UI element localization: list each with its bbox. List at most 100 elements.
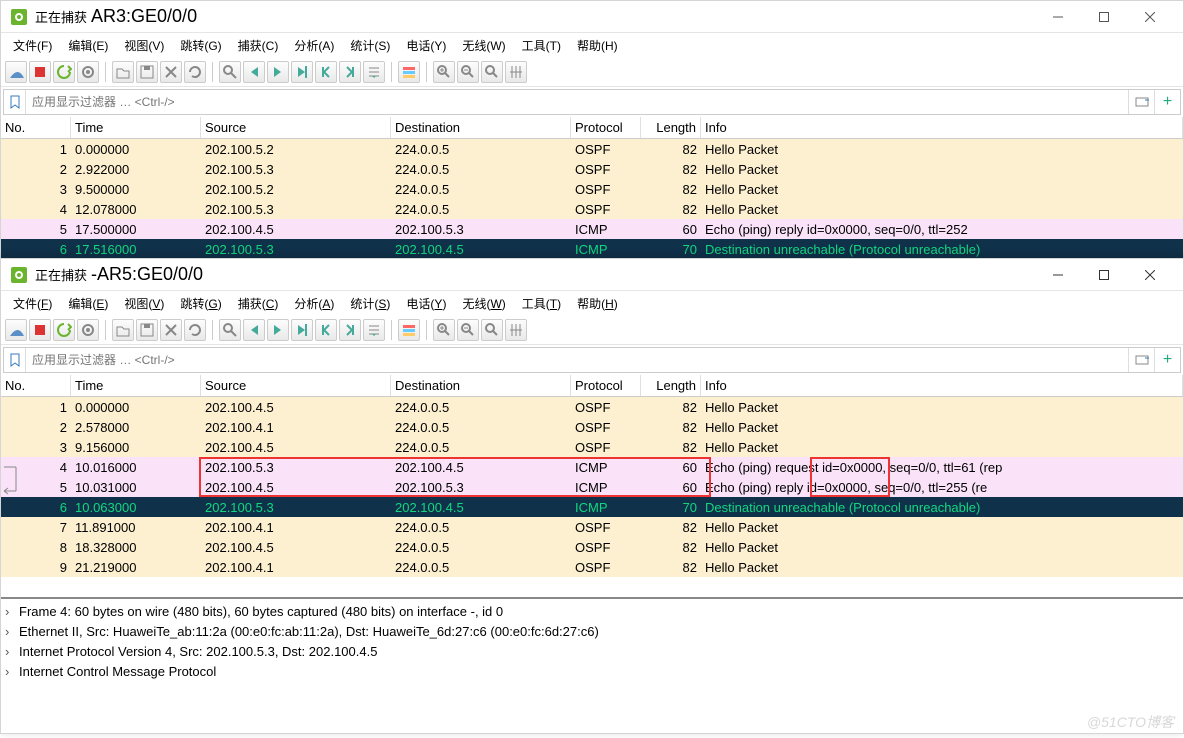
menu-item[interactable]: 帮助(H) (569, 293, 626, 314)
filter-add-button[interactable]: + (1154, 90, 1180, 114)
restart-capture-icon[interactable] (53, 319, 75, 341)
menu-item[interactable]: 捕获(C) (230, 293, 287, 314)
col-no[interactable]: No. (1, 375, 71, 396)
find-packet-icon[interactable] (219, 61, 241, 83)
zoom-in-icon[interactable] (433, 61, 455, 83)
menu-item[interactable]: 工具(T) (514, 293, 569, 314)
stop-capture-icon[interactable] (29, 319, 51, 341)
packet-row[interactable]: 517.500000202.100.4.5202.100.5.3ICMP60Ec… (1, 219, 1183, 239)
display-filter-input[interactable] (26, 348, 1128, 372)
menu-item[interactable]: 电话(Y) (398, 35, 454, 56)
go-forward-icon[interactable] (267, 61, 289, 83)
open-file-icon[interactable] (112, 319, 134, 341)
col-info[interactable]: Info (701, 117, 1183, 138)
chevron-right-icon[interactable]: › (5, 604, 19, 619)
col-info[interactable]: Info (701, 375, 1183, 396)
open-file-icon[interactable] (112, 61, 134, 83)
col-length[interactable]: Length (641, 117, 701, 138)
go-to-packet-icon[interactable] (291, 319, 313, 341)
menu-item[interactable]: 帮助(H) (569, 35, 626, 56)
close-button[interactable] (1127, 2, 1173, 32)
menu-item[interactable]: 跳转(G) (172, 293, 229, 314)
col-protocol[interactable]: Protocol (571, 117, 641, 138)
col-time[interactable]: Time (71, 375, 201, 396)
packet-row[interactable]: 39.156000202.100.4.5224.0.0.5OSPF82Hello… (1, 437, 1183, 457)
packet-row[interactable]: 39.500000202.100.5.2224.0.0.5OSPF82Hello… (1, 179, 1183, 199)
close-file-icon[interactable] (160, 61, 182, 83)
restart-capture-icon[interactable] (53, 61, 75, 83)
colorize-icon[interactable] (398, 319, 420, 341)
go-back-icon[interactable] (243, 61, 265, 83)
packet-row[interactable]: 22.578000202.100.4.1224.0.0.5OSPF82Hello… (1, 417, 1183, 437)
packet-row[interactable]: 818.328000202.100.4.5224.0.0.5OSPF82Hell… (1, 537, 1183, 557)
minimize-button[interactable] (1035, 2, 1081, 32)
col-protocol[interactable]: Protocol (571, 375, 641, 396)
menu-item[interactable]: 文件(F) (5, 35, 60, 56)
packet-row[interactable]: 617.516000202.100.5.3202.100.4.5ICMP70De… (1, 239, 1183, 259)
menu-item[interactable]: 统计(S) (342, 293, 398, 314)
go-last-icon[interactable] (339, 61, 361, 83)
menu-item[interactable]: 视图(V) (116, 35, 172, 56)
menu-item[interactable]: 统计(S) (342, 35, 398, 56)
auto-scroll-icon[interactable] (363, 319, 385, 341)
packet-row[interactable]: 510.031000202.100.4.5202.100.5.3ICMP60Ec… (1, 477, 1183, 497)
menu-item[interactable]: 文件(F) (5, 293, 60, 314)
col-destination[interactable]: Destination (391, 117, 571, 138)
packet-details-pane[interactable]: ›Frame 4: 60 bytes on wire (480 bits), 6… (1, 597, 1183, 683)
packet-row[interactable]: 10.000000202.100.5.2224.0.0.5OSPF82Hello… (1, 139, 1183, 159)
packet-row[interactable]: 410.016000202.100.5.3202.100.4.5ICMP60Ec… (1, 457, 1183, 477)
zoom-reset-icon[interactable] (481, 319, 503, 341)
packet-row[interactable]: 22.922000202.100.5.3224.0.0.5OSPF82Hello… (1, 159, 1183, 179)
bookmark-icon[interactable] (4, 90, 26, 114)
go-first-icon[interactable] (315, 61, 337, 83)
menu-item[interactable]: 编辑(E) (60, 293, 116, 314)
go-forward-icon[interactable] (267, 319, 289, 341)
capture-options-icon[interactable] (77, 61, 99, 83)
go-last-icon[interactable] (339, 319, 361, 341)
menu-item[interactable]: 跳转(G) (172, 35, 229, 56)
reload-icon[interactable] (184, 61, 206, 83)
menu-item[interactable]: 无线(W) (454, 35, 513, 56)
detail-line[interactable]: ›Internet Control Message Protocol (1, 661, 1183, 681)
shark-fin-icon[interactable] (5, 61, 27, 83)
chevron-right-icon[interactable]: › (5, 624, 19, 639)
resize-columns-icon[interactable] (505, 61, 527, 83)
packet-row[interactable]: 711.891000202.100.4.1224.0.0.5OSPF82Hell… (1, 517, 1183, 537)
zoom-out-icon[interactable] (457, 319, 479, 341)
detail-line[interactable]: ›Internet Protocol Version 4, Src: 202.1… (1, 641, 1183, 661)
shark-fin-icon[interactable] (5, 319, 27, 341)
save-file-icon[interactable] (136, 319, 158, 341)
packet-row[interactable]: 10.000000202.100.4.5224.0.0.5OSPF82Hello… (1, 397, 1183, 417)
menu-item[interactable]: 捕获(C) (230, 35, 287, 56)
chevron-right-icon[interactable]: › (5, 644, 19, 659)
save-file-icon[interactable] (136, 61, 158, 83)
filter-expression-button[interactable] (1128, 90, 1154, 114)
detail-line[interactable]: ›Frame 4: 60 bytes on wire (480 bits), 6… (1, 601, 1183, 621)
col-source[interactable]: Source (201, 375, 391, 396)
col-length[interactable]: Length (641, 375, 701, 396)
menu-item[interactable]: 分析(A) (286, 293, 342, 314)
col-destination[interactable]: Destination (391, 375, 571, 396)
zoom-out-icon[interactable] (457, 61, 479, 83)
capture-options-icon[interactable] (77, 319, 99, 341)
packet-row[interactable]: 921.219000202.100.4.1224.0.0.5OSPF82Hell… (1, 557, 1183, 577)
auto-scroll-icon[interactable] (363, 61, 385, 83)
menu-item[interactable]: 视图(V) (116, 293, 172, 314)
chevron-right-icon[interactable]: › (5, 664, 19, 679)
resize-columns-icon[interactable] (505, 319, 527, 341)
minimize-button[interactable] (1035, 260, 1081, 290)
stop-capture-icon[interactable] (29, 61, 51, 83)
packet-list[interactable]: 10.000000202.100.4.5224.0.0.5OSPF82Hello… (1, 397, 1183, 597)
find-packet-icon[interactable] (219, 319, 241, 341)
go-first-icon[interactable] (315, 319, 337, 341)
bookmark-icon[interactable] (4, 348, 26, 372)
reload-icon[interactable] (184, 319, 206, 341)
menu-item[interactable]: 电话(Y) (398, 293, 454, 314)
col-time[interactable]: Time (71, 117, 201, 138)
col-no[interactable]: No. (1, 117, 71, 138)
close-file-icon[interactable] (160, 319, 182, 341)
menu-item[interactable]: 编辑(E) (60, 35, 116, 56)
maximize-button[interactable] (1081, 260, 1127, 290)
maximize-button[interactable] (1081, 2, 1127, 32)
zoom-reset-icon[interactable] (481, 61, 503, 83)
